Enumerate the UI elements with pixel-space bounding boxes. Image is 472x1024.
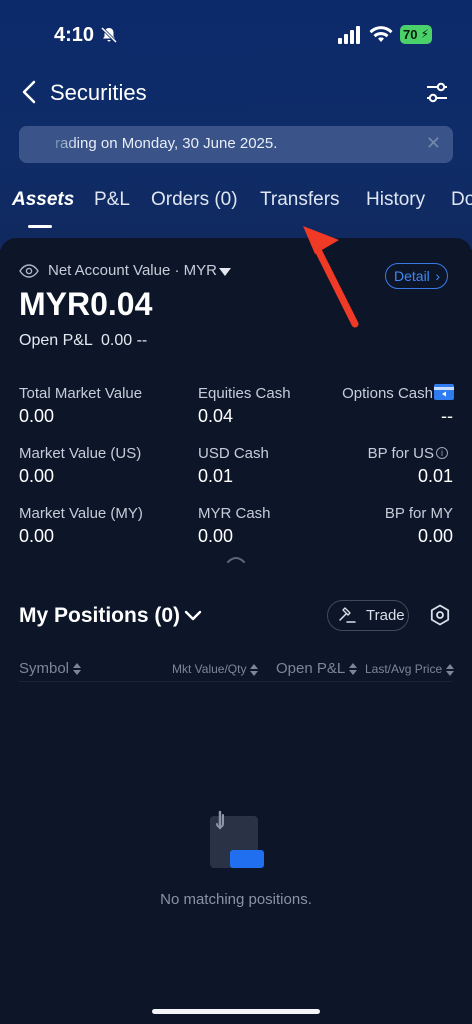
sort-icon bbox=[349, 663, 358, 676]
divider bbox=[19, 681, 452, 682]
metric-value: -- bbox=[441, 406, 453, 426]
column-header-open-pl[interactable]: Open P&L bbox=[276, 660, 358, 677]
bell-muted-icon bbox=[100, 26, 118, 44]
notice-banner[interactable]: rading on Monday, 30 June 2025. ✕ bbox=[19, 126, 453, 163]
filter-settings-icon[interactable] bbox=[422, 78, 452, 108]
metric-label: Equities Cash bbox=[198, 385, 291, 402]
metric-value: 0.01 bbox=[417, 466, 453, 486]
tab-bar: Assets P&L Orders (0) Transfers History … bbox=[0, 183, 472, 228]
metric-value: 0.00 bbox=[198, 526, 234, 546]
positions-title[interactable]: My Positions (0) bbox=[19, 604, 180, 628]
sort-icon bbox=[446, 663, 455, 676]
sort-icon bbox=[73, 663, 82, 676]
metric-label: Options Cash bbox=[342, 385, 433, 402]
active-tab-indicator bbox=[28, 225, 52, 228]
charging-bolt-icon: ⚡ bbox=[420, 27, 429, 41]
annotation-arrow-icon bbox=[303, 226, 359, 328]
metric-label: Market Value (US) bbox=[19, 445, 142, 462]
trade-label: Trade bbox=[366, 607, 405, 624]
metric-label: USD Cash bbox=[198, 445, 269, 462]
open-pl-value: 0.00 -- bbox=[101, 332, 148, 349]
banner-close-icon[interactable]: ✕ bbox=[426, 133, 441, 154]
sort-icon bbox=[250, 663, 259, 676]
tab-documents[interactable]: Do bbox=[451, 189, 472, 211]
metric-label: MYR Cash bbox=[198, 505, 271, 522]
home-indicator[interactable] bbox=[152, 1009, 320, 1014]
metric-label: Market Value (MY) bbox=[19, 505, 143, 522]
caret-down-icon[interactable] bbox=[218, 267, 232, 277]
tab-orders[interactable]: Orders (0) bbox=[151, 189, 238, 211]
eye-icon[interactable] bbox=[19, 264, 39, 278]
gavel-icon bbox=[339, 607, 356, 623]
metric-value: 0.00 bbox=[19, 526, 55, 546]
navigation-bar: Securities bbox=[0, 70, 472, 116]
battery-indicator: 70 ⚡ bbox=[400, 25, 432, 44]
chevron-down-icon[interactable] bbox=[184, 610, 202, 622]
tab-transfers[interactable]: Transfers bbox=[260, 189, 340, 211]
detail-button[interactable]: Detail › bbox=[385, 263, 448, 289]
metric-label: Total Market Value bbox=[19, 385, 143, 402]
tab-assets[interactable]: Assets bbox=[12, 189, 74, 211]
status-time: 4:10 bbox=[54, 24, 95, 46]
open-pl-label: Open P&L bbox=[19, 332, 93, 349]
metric-value: 0.04 bbox=[198, 406, 234, 426]
metric-label: BP for MY bbox=[384, 505, 453, 522]
back-chevron-icon[interactable] bbox=[16, 78, 44, 106]
detail-label: Detail bbox=[394, 268, 430, 284]
column-header-mkt-value[interactable]: Mkt Value/Qty bbox=[172, 662, 259, 676]
metric-value: 0.00 bbox=[19, 406, 55, 426]
column-header-symbol[interactable]: Symbol bbox=[19, 660, 82, 677]
collapse-chevron-icon[interactable] bbox=[226, 554, 246, 564]
column-header-last-avg-price[interactable]: Last/Avg Price bbox=[365, 662, 455, 676]
metric-value: 0.00 bbox=[417, 526, 453, 546]
settings-hexagon-icon[interactable] bbox=[429, 604, 451, 626]
column-label: Mkt Value/Qty bbox=[172, 662, 247, 676]
cellular-signal-icon bbox=[338, 26, 360, 44]
credit-card-icon[interactable] bbox=[434, 384, 454, 400]
metric-label: BP for US bbox=[367, 445, 434, 462]
column-label: Last/Avg Price bbox=[365, 662, 443, 676]
page-title: Securities bbox=[50, 80, 147, 105]
banner-fade bbox=[19, 126, 79, 163]
info-icon[interactable]: i bbox=[436, 447, 448, 459]
empty-state-text: No matching positions. bbox=[160, 891, 312, 908]
banner-text: rading on Monday, 30 June 2025. bbox=[55, 135, 278, 152]
metric-value: 0.01 bbox=[198, 466, 234, 486]
chevron-right-icon: › bbox=[435, 268, 440, 284]
battery-level: 70 bbox=[403, 27, 418, 42]
net-account-value: MYR0.04 bbox=[19, 286, 153, 322]
column-label: Open P&L bbox=[276, 660, 346, 677]
wifi-icon bbox=[369, 26, 393, 42]
column-label: Symbol bbox=[19, 660, 70, 677]
metric-value: 0.00 bbox=[19, 466, 55, 486]
empty-document-icon bbox=[210, 810, 264, 868]
net-account-value-label: Net Account Value · MYR bbox=[48, 262, 217, 279]
tab-pl[interactable]: P&L bbox=[94, 189, 130, 211]
tab-history[interactable]: History bbox=[366, 189, 425, 211]
status-bar: 4:10 70 ⚡ bbox=[0, 0, 472, 70]
